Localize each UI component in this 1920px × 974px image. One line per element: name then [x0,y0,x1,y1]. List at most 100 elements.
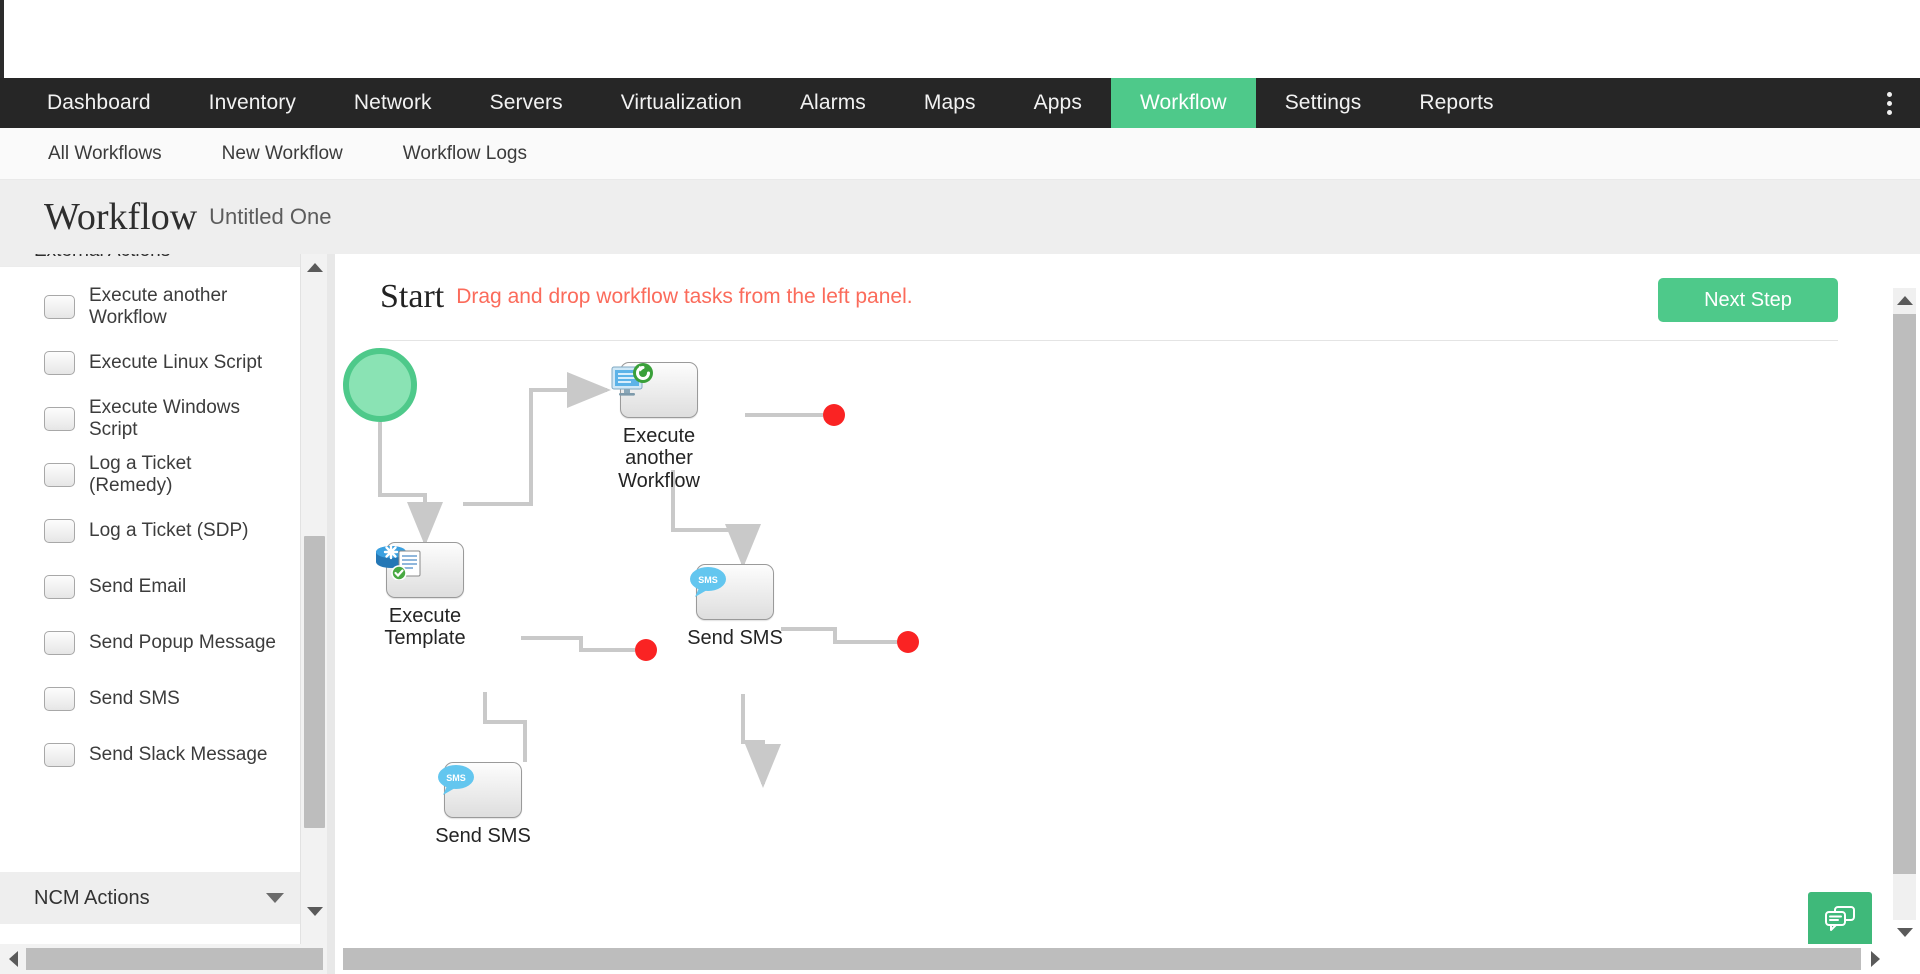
nav-item-dashboard[interactable]: Dashboard [18,78,180,128]
palette-item-log-a-ticket-remedy[interactable]: Log a Ticket (Remedy) [0,447,300,503]
kebab-dot [1886,109,1892,115]
workflow-connectors [378,372,897,788]
palette-item-log-a-ticket-sdp[interactable]: Log a Ticket (SDP) [0,503,300,559]
subnav-item-all-workflows[interactable]: All Workflows [18,143,192,165]
scrollbar-corner [1889,944,1920,974]
workflow-diagram[interactable]: Execute Template Execute another Workflo… [335,342,1882,944]
palette-group-external-actions-label: External Actions [34,254,170,261]
canvas-card: Start Drag and drop workflow tasks from … [335,254,1920,974]
nav-item-maps[interactable]: Maps [895,78,1005,128]
sub-navigation-bar: All Workflows New Workflow Workflow Logs [0,128,1920,180]
palette-horizontal-scrollbar[interactable] [0,944,327,974]
palette-group-external-actions[interactable]: External Actions [0,254,300,266]
nav-item-inventory[interactable]: Inventory [180,78,325,128]
canvas-scroll-down-arrow-icon[interactable] [1893,920,1916,944]
palette-item-label: Log a Ticket (SDP) [89,520,249,542]
palette-item-label: Send SMS [89,688,180,710]
palette-hscroll-thumb[interactable] [26,948,323,970]
palette-item-execute-windows-script[interactable]: Execute Windows Script [0,391,300,447]
palette-item-label: Execute another Workflow [89,285,228,328]
nav-item-network[interactable]: Network [325,78,461,128]
drag-handle-icon [44,519,75,543]
workflow-canvas-area: Start Drag and drop workflow tasks from … [327,254,1920,974]
node-execute-another-workflow[interactable]: Execute another Workflow [607,362,711,492]
canvas-hscroll-thumb[interactable] [343,948,1861,970]
subnav-item-new-workflow[interactable]: New Workflow [192,143,373,165]
page-title: Workflow [44,196,198,238]
palette-item-label: Send Slack Message [89,744,268,766]
application-root: Dashboard Inventory Network Servers Virt… [0,0,1920,974]
palette-vertical-scrollbar[interactable] [300,254,327,954]
nav-item-alarms[interactable]: Alarms [771,78,895,128]
palette-item-label: Execute Windows Script [89,397,241,440]
chat-bubbles-icon [1825,906,1855,931]
main-navigation-bar: Dashboard Inventory Network Servers Virt… [0,78,1920,128]
node-send-sms-upper[interactable]: SMS Send SMS [683,564,787,649]
start-node[interactable] [343,348,417,422]
svg-text:SMS: SMS [698,575,718,585]
drag-handle-icon [44,575,75,599]
canvas-vertical-scrollbar[interactable] [1889,254,1920,944]
kebab-menu-icon[interactable] [1870,78,1908,128]
drag-handle-icon [44,463,75,487]
kebab-dot [1886,91,1892,97]
top-blank-strip [0,0,1920,78]
node-label: Send SMS [435,825,531,847]
palette-scroll-thumb[interactable] [304,536,325,828]
canvas-hint-text: Drag and drop workflow tasks from the le… [456,285,913,308]
drag-handle-icon [44,687,75,711]
palette-item-label: Send Email [89,576,187,598]
page-title-bar: Workflow Untitled One [0,180,1920,254]
sms-bubble-icon[interactable]: SMS [690,564,774,620]
canvas-header-divider [380,340,1838,341]
drag-handle-icon [44,631,75,655]
chevron-down-icon [266,893,284,903]
palette-item-label: Send Popup Message [89,632,276,654]
node-label: Send SMS [687,627,783,649]
palette-item-list: Execute another Workflow Execute Linux S… [0,266,300,892]
nav-item-servers[interactable]: Servers [461,78,592,128]
canvas-scroll-right-arrow-icon[interactable] [1861,951,1889,967]
next-step-button[interactable]: Next Step [1658,278,1838,322]
monitor-refresh-icon[interactable] [611,362,698,418]
palette-item-execute-linux-script[interactable]: Execute Linux Script [0,335,300,391]
task-palette-panel: External Actions Execute another Workflo… [0,254,327,954]
palette-item-send-sms[interactable]: Send SMS [0,671,300,727]
palette-group-ncm-actions[interactable]: NCM Actions [0,872,300,924]
scroll-down-arrow-icon[interactable] [301,900,328,922]
endpoint-dot[interactable] [823,404,845,426]
chat-support-button[interactable] [1808,892,1872,944]
router-template-icon[interactable] [376,542,464,598]
node-send-sms-lower[interactable]: SMS Send SMS [431,762,535,847]
sms-bubble-icon[interactable]: SMS [438,762,522,818]
palette-item-label: Execute Linux Script [89,352,263,374]
canvas-vscroll-thumb[interactable] [1893,314,1916,874]
scroll-up-arrow-icon[interactable] [301,256,328,278]
endpoint-dot[interactable] [897,631,919,653]
top-strip-left-edge [0,0,4,78]
svg-text:SMS: SMS [446,773,466,783]
drag-handle-icon [44,295,75,319]
subnav-item-workflow-logs[interactable]: Workflow Logs [373,143,557,165]
palette-item-execute-another-workflow[interactable]: Execute another Workflow [0,279,300,335]
palette-item-send-popup-message[interactable]: Send Popup Message [0,615,300,671]
drag-handle-icon [44,351,75,375]
drag-handle-icon [44,743,75,767]
nav-item-apps[interactable]: Apps [1005,78,1111,128]
scroll-left-arrow-icon[interactable] [0,951,26,967]
nav-item-settings[interactable]: Settings [1256,78,1391,128]
canvas-heading: Start [380,278,445,315]
palette-item-send-email[interactable]: Send Email [0,559,300,615]
nav-item-workflow[interactable]: Workflow [1110,78,1256,128]
node-execute-template[interactable]: Execute Template [373,542,477,650]
nav-item-virtualization[interactable]: Virtualization [592,78,771,128]
palette-item-send-slack-message[interactable]: Send Slack Message [0,727,300,783]
drag-handle-icon [44,407,75,431]
kebab-dot [1886,100,1892,106]
nav-item-reports[interactable]: Reports [1390,78,1522,128]
workflow-name: Untitled One [209,204,332,229]
canvas-header: Start Drag and drop workflow tasks from … [335,254,1882,340]
canvas-scroll-up-arrow-icon[interactable] [1893,288,1916,312]
canvas-horizontal-scrollbar[interactable] [343,944,1889,974]
endpoint-dot[interactable] [635,639,657,661]
